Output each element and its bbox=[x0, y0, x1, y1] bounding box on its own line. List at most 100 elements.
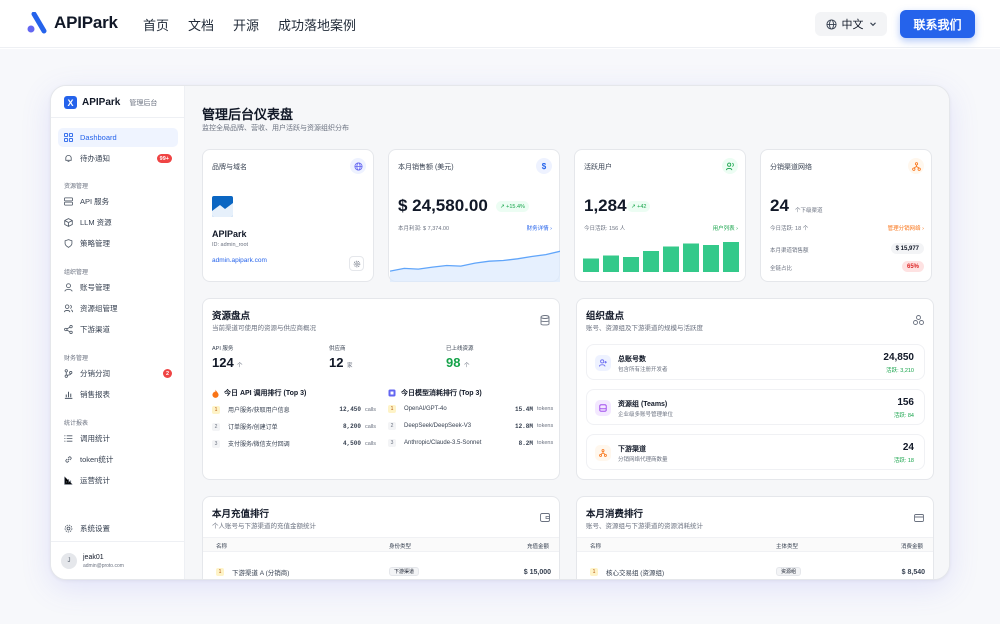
row-type-tag: 下游渠道 bbox=[389, 567, 420, 576]
list-item: 2 DeepSeek/DeepSeek-V3 12.8M tokens bbox=[388, 422, 553, 430]
finance-detail-link[interactable]: 财务详情 › bbox=[527, 224, 552, 232]
nav-link-home[interactable]: 首页 bbox=[143, 15, 169, 34]
notification-count-badge: 99+ bbox=[156, 154, 172, 163]
sidebar-item-settings[interactable]: 系统设置 bbox=[58, 519, 178, 538]
flame-icon bbox=[212, 389, 219, 398]
sidebar-subtitle: 管理后台 bbox=[129, 99, 158, 107]
sidebar-item-distribution[interactable]: 分销分润 2 bbox=[58, 364, 178, 383]
vendors-value: 12 bbox=[329, 355, 344, 370]
sidebar-item-label: 下游渠道 bbox=[80, 325, 110, 334]
list-item: 1 用户服务/获取用户信息 12,450 calls bbox=[212, 405, 377, 414]
server-icon bbox=[64, 197, 73, 206]
page-title: 管理后台仪表盘 bbox=[202, 107, 294, 122]
rank-value: 12,450 bbox=[339, 406, 361, 413]
brand-domain-link[interactable]: admin.apipark.com bbox=[212, 257, 267, 264]
rank-value: 4,500 bbox=[342, 440, 361, 447]
sidebar-item-label: 系统设置 bbox=[80, 524, 110, 533]
shield-icon bbox=[64, 239, 73, 248]
sales-trend-chart bbox=[390, 250, 560, 282]
sidebar-item-api-services[interactable]: API 服务 bbox=[58, 192, 178, 211]
channel-card: 分销渠道网络 24 个下级渠道 今日活跃: 18 个 管理分销网络 › 本月渠道… bbox=[760, 149, 932, 282]
brand-card: 品牌与域名 APIPark ID: admin_root admin.apipa… bbox=[202, 149, 374, 282]
sidebar-item-dashboard[interactable]: Dashboard bbox=[58, 128, 178, 147]
bar-chart-icon bbox=[64, 391, 73, 399]
sidebar-section-org: 组织管理 bbox=[64, 270, 89, 276]
activity-bar bbox=[643, 251, 659, 272]
consume-ranking-card: 本月消费排行 账号、资源组与下游渠道的资源消耗统计 名称 主体类型 消费金额 1… bbox=[576, 496, 934, 579]
section-subtitle: 账号、资源组及下游渠道的规模与活跃度 bbox=[586, 325, 703, 332]
org-row-accounts[interactable]: 总账号数 包含所有注册开发者 24,850 活跃: 3,210 bbox=[586, 344, 925, 380]
sales-profit: 本月利润: $ 7,374.00 bbox=[398, 226, 450, 232]
dashboard-preview: X APIPark 管理后台 Dashboard 待办通知 99+ 资源管理 A… bbox=[50, 85, 950, 580]
channel-share-value: 65% bbox=[901, 261, 924, 272]
card-label: 活跃用户 bbox=[584, 164, 612, 171]
user-profile[interactable]: J jeak01 admin@proto.com bbox=[61, 553, 124, 569]
list-item: 2 订单服务/创建订单 8,200 calls bbox=[212, 422, 377, 431]
cubes-icon bbox=[913, 315, 924, 325]
manage-network-link[interactable]: 管理分销网络 › bbox=[888, 224, 924, 232]
brand-settings-button[interactable] bbox=[349, 256, 364, 271]
recharge-ranking-card: 本月充值排行 个人账号与下游渠道的充值金额统计 名称 身份类型 充值金额 1 下… bbox=[202, 496, 560, 579]
sidebar-item-sales-report[interactable]: 销售报表 bbox=[58, 385, 178, 404]
rank-value: 8.2M bbox=[518, 439, 533, 447]
api-rank-title: 今日 API 调用排行 (Top 3) bbox=[224, 390, 307, 397]
org-row-desc: 企业级多账号管理单位 bbox=[618, 412, 674, 418]
sidebar-item-label: token统计 bbox=[80, 455, 114, 464]
sidebar-item-label: 策略管理 bbox=[80, 239, 110, 248]
section-title: 本月消费排行 bbox=[586, 509, 644, 520]
list-item: 3 Anthropic/Claude-3.5-Sonnet 8.2M token… bbox=[388, 439, 553, 447]
site-logo[interactable]: APIPark bbox=[26, 12, 118, 34]
user-icon bbox=[64, 283, 73, 292]
sidebar-item-notifications[interactable]: 待办通知 99+ bbox=[58, 149, 178, 168]
row-amount: $ 8,540 bbox=[901, 568, 925, 576]
nav-link-opensource[interactable]: 开源 bbox=[233, 15, 259, 34]
online-resources-unit: 个 bbox=[464, 363, 470, 369]
rank-number: 1 bbox=[590, 568, 598, 576]
rank-unit: calls bbox=[365, 440, 377, 447]
org-row-teams[interactable]: 资源组 (Teams) 企业级多账号管理单位 156 活跃: 84 bbox=[586, 389, 925, 425]
database-icon bbox=[540, 315, 550, 326]
language-selector[interactable]: 中文 bbox=[815, 12, 887, 36]
sidebar-item-resource-groups[interactable]: 资源组管理 bbox=[58, 299, 178, 318]
sidebar-item-downstream[interactable]: 下游渠道 bbox=[58, 320, 178, 339]
channel-today: 今日活跃: 18 个 bbox=[770, 226, 809, 232]
org-row-desc: 包含所有注册开发者 bbox=[618, 367, 668, 373]
sidebar-item-ops-stats[interactable]: 运营统计 bbox=[58, 471, 178, 490]
org-row-name: 总账号数 bbox=[618, 356, 646, 363]
rank-name: 支付服务/微信支付回调 bbox=[228, 442, 290, 448]
rank-number: 1 bbox=[388, 405, 396, 413]
rank-value: 15.4M bbox=[514, 405, 533, 413]
user-list-link[interactable]: 用户列表 › bbox=[713, 224, 738, 232]
org-row-downstream[interactable]: 下游渠道 分销网络代理商数量 24 活跃: 18 bbox=[586, 434, 925, 470]
activity-bar bbox=[603, 255, 619, 272]
sidebar-item-llm-resources[interactable]: LLM 资源 bbox=[58, 213, 178, 232]
section-subtitle: 账号、资源组与下游渠道的资源消耗统计 bbox=[586, 523, 703, 530]
sidebar-brand: APIPark bbox=[82, 97, 121, 108]
contact-us-button[interactable]: 联系我们 bbox=[900, 10, 975, 38]
active-users-value: 1,284 bbox=[584, 196, 627, 215]
user-email: admin@proto.com bbox=[83, 562, 124, 569]
org-row-value: 24 bbox=[902, 442, 914, 453]
table-row[interactable]: 1 下游渠道 A (分销商) $ 15,000 bbox=[216, 567, 551, 577]
sidebar-item-label: Dashboard bbox=[80, 133, 117, 142]
sidebar-item-policy[interactable]: 策略管理 bbox=[58, 234, 178, 253]
channel-count: 24 bbox=[770, 196, 789, 215]
chart-icon bbox=[64, 476, 73, 485]
nav-link-docs[interactable]: 文档 bbox=[188, 15, 214, 34]
nav-link-cases[interactable]: 成功落地案例 bbox=[278, 15, 356, 34]
sidebar-item-accounts[interactable]: 账号管理 bbox=[58, 278, 178, 297]
chip-icon bbox=[388, 389, 396, 397]
vendors-unit: 家 bbox=[347, 363, 353, 369]
rank-unit: calls bbox=[365, 423, 377, 430]
org-row-active: 活跃: 18 bbox=[893, 458, 914, 464]
sidebar-item-call-stats[interactable]: 调用统计 bbox=[58, 429, 178, 448]
activity-bar bbox=[703, 245, 719, 272]
org-row-name: 下游渠道 bbox=[618, 446, 646, 453]
rank-name: 用户服务/获取用户信息 bbox=[228, 408, 290, 414]
page-subtitle: 监控全局品牌、营收、用户活跃与资源组织分布 bbox=[202, 125, 349, 132]
sidebar-item-token-stats[interactable]: token统计 bbox=[58, 450, 178, 469]
table-row[interactable]: 1 核心交易组 (资源组) $ 8,540 bbox=[590, 567, 925, 577]
activity-bar bbox=[583, 258, 599, 272]
sidebar-logo-icon: X bbox=[64, 96, 77, 109]
active-users-bar-chart bbox=[583, 242, 739, 272]
